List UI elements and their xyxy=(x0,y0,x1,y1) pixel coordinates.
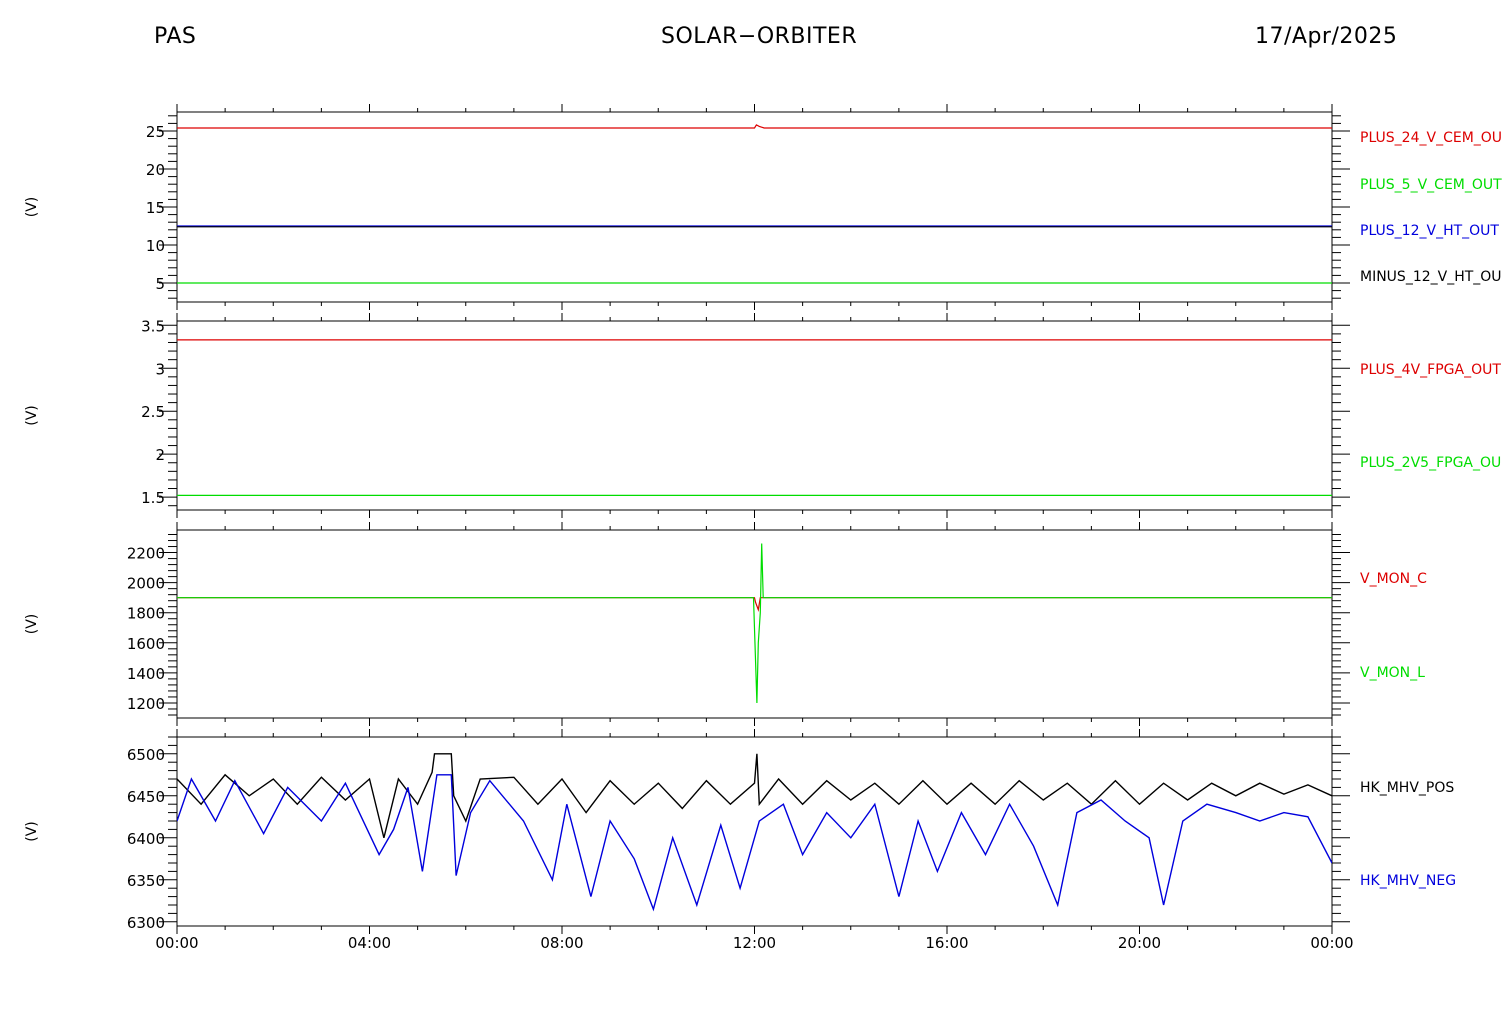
y-tick-label: 25 xyxy=(146,123,165,141)
x-tick-label: 00:00 xyxy=(155,934,198,952)
panel-2: 1.5 2 2.5 3 3.5 (V) PLUS_4V_FPGA_OUT PLUS_2V5_F… xyxy=(24,313,1501,518)
y-tick-label: 6400 xyxy=(127,830,165,848)
legend-label: V_MON_L xyxy=(1360,665,1425,681)
y-tick-label: 2 xyxy=(155,446,165,464)
series-line-hk-mhv-pos xyxy=(177,753,1332,838)
legend-label: V_MON_C xyxy=(1360,571,1427,587)
x-tick-label: 04:00 xyxy=(348,934,391,952)
y-tick-label: 1400 xyxy=(127,665,165,683)
series-line-v-mon-c xyxy=(177,597,1332,613)
y-tick-label: 20 xyxy=(146,161,165,179)
series-line-v-mon-l xyxy=(177,543,1332,704)
y-axis-label: (V) xyxy=(24,197,40,218)
housekeeping-plot: 5 10 15 20 25 (V) PLUS_24_V_CEM_OU PLUS_5_V_CEM… xyxy=(24,104,1502,952)
y-tick-label: 2000 xyxy=(127,575,165,593)
y-tick-label: 6350 xyxy=(127,872,165,890)
x-tick-label: 00:00 xyxy=(1310,934,1353,952)
plot-frame xyxy=(176,736,1333,927)
y-tick-label: 2200 xyxy=(127,545,165,563)
y-tick-label: 1600 xyxy=(127,635,165,653)
x-tick-label: 20:00 xyxy=(1118,934,1161,952)
y-axis-label: (V) xyxy=(24,614,40,635)
y-tick-label: 1800 xyxy=(127,605,165,623)
y-axis-label: (V) xyxy=(24,405,40,426)
legend-label: HK_MHV_POS xyxy=(1360,780,1454,796)
y-tick-label: 5 xyxy=(155,275,165,293)
legend-label: PLUS_5_V_CEM_OUT xyxy=(1360,177,1502,193)
legend-label: PLUS_24_V_CEM_OU xyxy=(1360,130,1502,146)
y-tick-label: 2.5 xyxy=(141,403,165,421)
y-tick-label: 3.5 xyxy=(141,317,165,335)
y-tick-label: 1200 xyxy=(127,695,165,713)
y-tick-label: 6500 xyxy=(127,746,165,764)
legend-label: MINUS_12_V_HT_OU xyxy=(1360,269,1502,285)
legend-label: PLUS_4V_FPGA_OUT xyxy=(1360,362,1501,378)
y-tick-label: 1.5 xyxy=(141,489,165,507)
x-tick-label: 08:00 xyxy=(540,934,583,952)
panel-1: 5 10 15 20 25 (V) PLUS_24_V_CEM_OU PLUS_5_V_CEM… xyxy=(24,104,1502,310)
y-axis-label: (V) xyxy=(24,821,40,842)
legend-label: PLUS_2V5_FPGA_OU xyxy=(1360,455,1501,471)
y-tick-label: 10 xyxy=(146,237,165,255)
legend-label: HK_MHV_NEG xyxy=(1360,873,1456,889)
x-tick-label: 12:00 xyxy=(733,934,776,952)
x-tick-label: 16:00 xyxy=(925,934,968,952)
panel-4: 6300 6350 6400 6450 6500 (V) HK_MHV_POS HK_MHV_… xyxy=(24,729,1456,934)
y-tick-label: 3 xyxy=(155,360,165,378)
legend-label: PLUS_12_V_HT_OUT xyxy=(1360,223,1499,239)
plot-frame xyxy=(176,320,1333,511)
y-tick-label: 6300 xyxy=(127,914,165,932)
series-line-plus-24-v-cem-ou xyxy=(177,124,1332,129)
y-tick-label: 6450 xyxy=(127,788,165,806)
plot-frame xyxy=(176,111,1333,303)
y-tick-label: 15 xyxy=(146,199,165,217)
series-line-hk-mhv-neg xyxy=(177,774,1332,912)
panel-3: 1200 1400 1600 1800 2000 2200 (V) V_MON_C V_MON_… xyxy=(24,522,1427,726)
